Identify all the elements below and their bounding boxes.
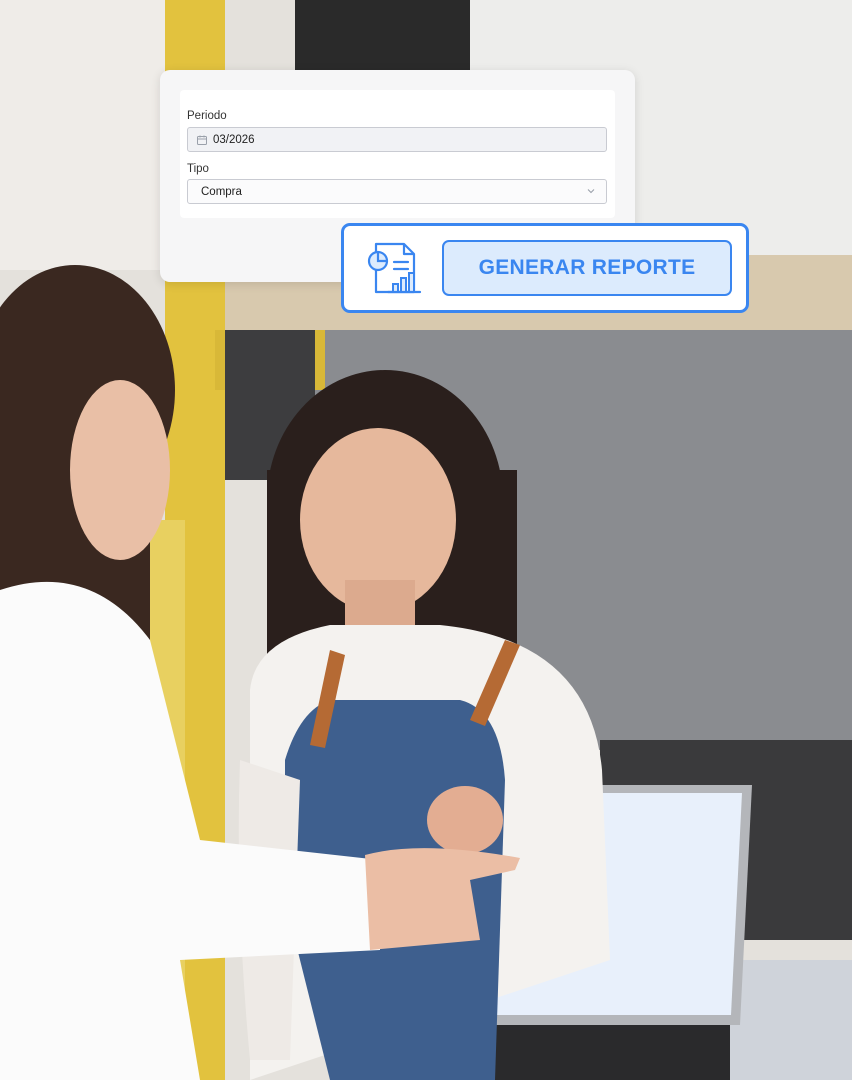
periodo-label: Periodo [187, 110, 227, 122]
periodo-value: 03/2026 [213, 133, 255, 146]
calendar-icon [197, 135, 207, 145]
generate-report-button[interactable]: GENERAR REPORTE [442, 240, 732, 296]
tipo-label: Tipo [187, 163, 209, 175]
report-filter-form: Periodo 03/2026 Tipo Compra [180, 90, 615, 218]
tipo-value: Compra [201, 185, 242, 198]
chevron-down-icon [587, 189, 595, 194]
tipo-select[interactable]: Compra [187, 179, 607, 204]
periodo-input[interactable]: 03/2026 [187, 127, 607, 152]
report-chart-icon [367, 242, 422, 294]
generate-report-panel: GENERAR REPORTE [341, 223, 749, 313]
